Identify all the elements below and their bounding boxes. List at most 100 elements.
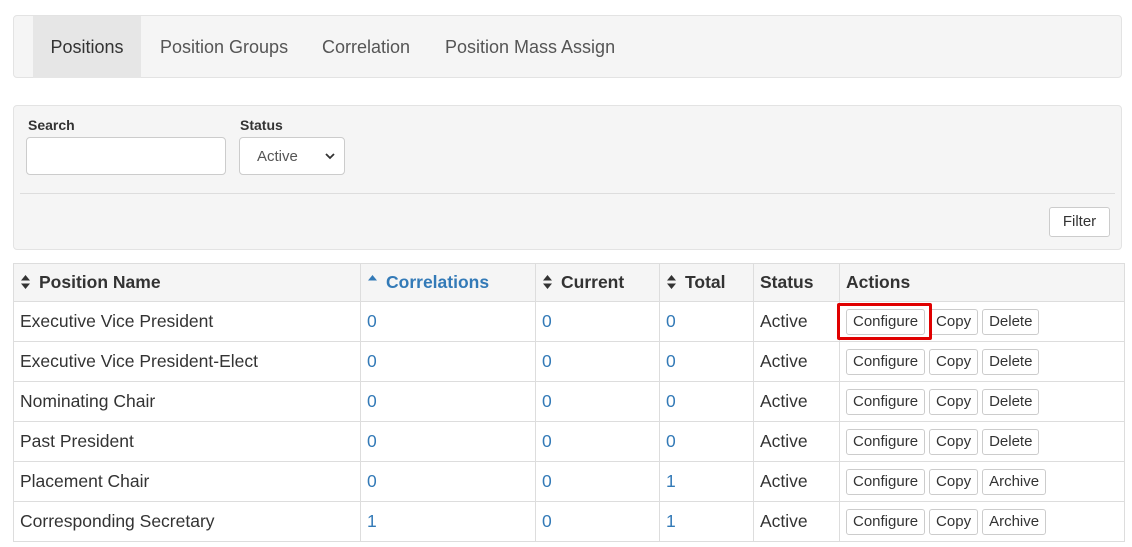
configure-button[interactable]: Configure	[846, 308, 926, 335]
copy-button[interactable]: Copy	[929, 508, 979, 535]
configure-button[interactable]: Configure	[846, 388, 926, 415]
total-link[interactable]: 1	[666, 511, 676, 531]
delete-button[interactable]: Delete	[982, 308, 1040, 335]
tab-correlation[interactable]: Correlation	[322, 16, 410, 78]
correlations-link[interactable]: 0	[367, 351, 377, 371]
column-header-total[interactable]: Total	[659, 263, 754, 302]
status-select-value: Active	[257, 148, 298, 165]
actions-cell: Configure Copy Delete	[839, 381, 1125, 422]
configure-button[interactable]: Configure	[846, 508, 926, 535]
table-row: Corresponding Secretary 1 0 1 Active Configur…	[13, 501, 1125, 542]
column-header-label: Actions	[846, 272, 911, 292]
current-cell: 0	[535, 501, 660, 542]
column-header-status: Status	[753, 263, 840, 302]
total-link[interactable]: 0	[666, 391, 676, 411]
table-row: Past President 0 0 0 Active Configure Copy Dele…	[13, 421, 1125, 462]
position-name-cell: Past President	[20, 431, 134, 451]
delete-button[interactable]: Delete	[982, 428, 1040, 455]
archive-button[interactable]: Archive	[982, 508, 1047, 535]
correlations-link[interactable]: 0	[367, 311, 377, 331]
status-cell: Active	[760, 391, 808, 411]
filter-panel: Search Status Active Filter	[13, 105, 1122, 250]
position-tabs: Positions Position Groups Correlation Po…	[13, 15, 1122, 78]
chevron-down-icon	[325, 153, 335, 160]
correlations-cell: 0	[360, 301, 536, 342]
position-name-cell: Corresponding Secretary	[20, 511, 215, 531]
status-cell: Active	[753, 461, 840, 502]
correlations-link[interactable]: 0	[367, 431, 377, 451]
correlations-cell: 1	[360, 501, 536, 542]
position-name-cell: Corresponding Secretary	[13, 501, 361, 542]
actions-cell: Configure Copy Delete	[839, 421, 1125, 462]
correlations-cell: 0	[360, 341, 536, 382]
tab-position-mass-assign[interactable]: Position Mass Assign	[445, 16, 615, 78]
correlations-link[interactable]: 1	[367, 511, 377, 531]
delete-button[interactable]: Delete	[982, 388, 1040, 415]
tab-position-groups[interactable]: Position Groups	[160, 16, 288, 78]
status-label: Status	[240, 117, 283, 133]
search-input[interactable]	[26, 137, 226, 175]
correlations-cell: 0	[360, 461, 536, 502]
position-name-cell: Placement Chair	[13, 461, 361, 502]
status-cell: Active	[753, 341, 840, 382]
position-name-cell: Placement Chair	[20, 471, 150, 491]
current-link[interactable]: 0	[542, 391, 552, 411]
sort-ascending-icon	[368, 275, 377, 281]
current-link[interactable]: 0	[542, 351, 552, 371]
correlations-link[interactable]: 0	[367, 391, 377, 411]
column-header-actions: Actions	[839, 263, 1125, 302]
current-link[interactable]: 0	[542, 511, 552, 531]
total-cell: 0	[659, 341, 754, 382]
column-header-correlations[interactable]: Correlations	[360, 263, 536, 302]
total-link[interactable]: 0	[666, 431, 676, 451]
correlations-link[interactable]: 0	[367, 471, 377, 491]
current-link[interactable]: 0	[542, 431, 552, 451]
configure-button[interactable]: Configure	[846, 428, 926, 455]
table-row: Placement Chair 0 0 1 Active Configure Copy Arc…	[13, 461, 1125, 502]
total-link[interactable]: 0	[666, 351, 676, 371]
total-cell: 0	[659, 421, 754, 462]
archive-button[interactable]: Archive	[982, 468, 1047, 495]
status-cell: Active	[753, 301, 840, 342]
table-header-row: Position Name Correlations Current Total Sta…	[13, 263, 1125, 302]
filter-button[interactable]: Filter	[1049, 207, 1110, 237]
total-link[interactable]: 1	[666, 471, 676, 491]
status-cell: Active	[760, 431, 808, 451]
current-link[interactable]: 0	[542, 311, 552, 331]
status-select[interactable]: Active	[239, 137, 345, 175]
copy-button[interactable]: Copy	[929, 348, 979, 375]
copy-button[interactable]: Copy	[929, 468, 979, 495]
current-cell: 0	[535, 381, 660, 422]
position-name-cell: Past President	[13, 421, 361, 462]
configure-button[interactable]: Configure	[846, 348, 926, 375]
current-cell: 0	[535, 301, 660, 342]
total-link[interactable]: 0	[666, 311, 676, 331]
status-cell: Active	[760, 311, 808, 331]
copy-button[interactable]: Copy	[929, 388, 979, 415]
current-link[interactable]: 0	[542, 471, 552, 491]
total-cell: 1	[659, 461, 754, 502]
copy-button[interactable]: Copy	[929, 428, 979, 455]
current-cell: 0	[535, 341, 660, 382]
tab-positions[interactable]: Positions	[33, 16, 141, 78]
sort-icon	[667, 275, 676, 289]
column-header-current[interactable]: Current	[535, 263, 660, 302]
status-cell: Active	[760, 351, 808, 371]
correlations-cell: 0	[360, 421, 536, 462]
sort-icon	[21, 275, 30, 289]
position-name-cell: Executive Vice President	[13, 301, 361, 342]
table-row: Executive Vice President 0 0 0 Active Configu…	[13, 301, 1125, 342]
column-header-label: Status	[760, 272, 814, 292]
total-cell: 0	[659, 301, 754, 342]
column-header-position-name[interactable]: Position Name	[13, 263, 361, 302]
current-cell: 0	[535, 461, 660, 502]
position-name-cell: Executive Vice President-Elect	[13, 341, 361, 382]
total-cell: 1	[659, 501, 754, 542]
delete-button[interactable]: Delete	[982, 348, 1040, 375]
configure-button[interactable]: Configure	[846, 468, 926, 495]
sort-icon	[543, 275, 552, 289]
position-name-cell: Nominating Chair	[20, 391, 156, 411]
column-header-label: Correlations	[386, 272, 490, 292]
search-label: Search	[28, 117, 75, 133]
copy-button[interactable]: Copy	[929, 308, 979, 335]
